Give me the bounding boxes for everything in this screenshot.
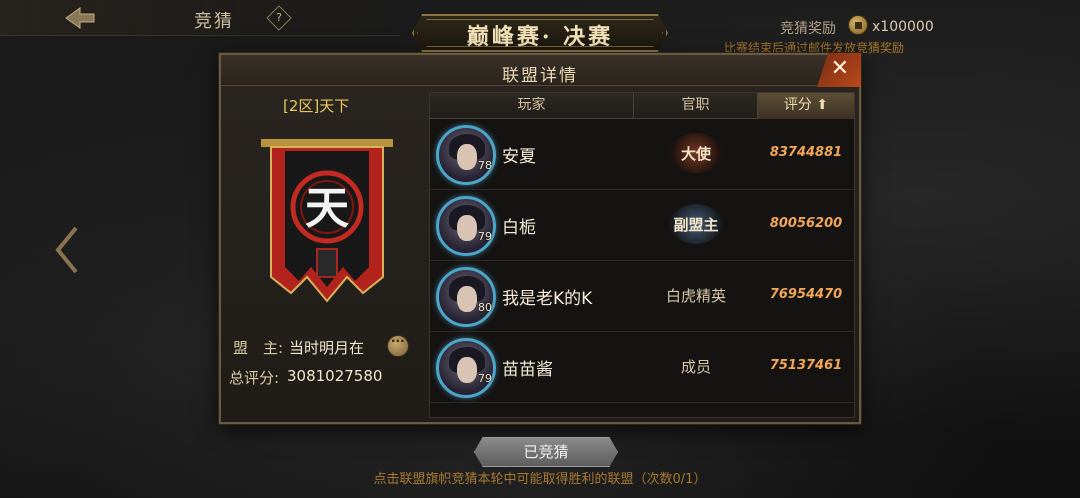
- player-avatar[interactable]: [436, 338, 496, 398]
- reward-amount: x100000: [872, 19, 934, 35]
- chevron-left-icon[interactable]: [54, 226, 80, 274]
- player-avatar[interactable]: [436, 125, 496, 185]
- total-score-value: 3081027580: [287, 367, 383, 385]
- player-level: 80: [478, 301, 492, 314]
- player-level: 78: [478, 159, 492, 172]
- panel-header: 联盟详情: [221, 55, 859, 86]
- player-role: 大使: [680, 145, 711, 163]
- chat-icon[interactable]: [387, 334, 409, 357]
- player-name: 我是老K的K: [502, 289, 593, 309]
- flag-emblem: 天: [305, 183, 349, 234]
- column-player: 玩家: [430, 93, 634, 119]
- reward-label: 竞猜奖励: [780, 21, 836, 37]
- panel-title: 联盟详情: [502, 66, 578, 86]
- leader-label: 盟 主:: [233, 339, 284, 357]
- hint-text: 点击联盟旗帜竞猜本轮中可能取得胜利的联盟（次数0/1）: [373, 472, 707, 487]
- player-name: 苗苗酱: [502, 360, 553, 380]
- copper-coin-icon: [848, 15, 868, 35]
- help-icon-label: ?: [276, 11, 282, 24]
- guessed-button[interactable]: 已竞猜: [474, 437, 618, 467]
- back-button[interactable]: [60, 4, 100, 32]
- help-icon[interactable]: ?: [266, 5, 292, 31]
- guessed-button-label: 已竞猜: [523, 443, 569, 461]
- table-body[interactable]: 78 安夏 大使 83744881 79 白栀 副盟主 80056200 80 我是老K的K 白虎精…: [430, 119, 854, 417]
- player-name: 安夏: [502, 147, 536, 167]
- player-role: 白虎精英: [665, 287, 726, 305]
- table-header: 玩家 官职 评分 ⬆: [430, 93, 854, 119]
- alliance-name: [2区]天下: [283, 97, 350, 115]
- total-score-label: 总评分:: [229, 369, 280, 387]
- player-level: 79: [478, 372, 492, 385]
- table-row[interactable]: 79 苗苗酱 成员 75137461: [430, 332, 854, 403]
- alliance-flag[interactable]: 天: [259, 137, 395, 303]
- member-table: 玩家 官职 评分 ⬆ 78 安夏 大使 83744881 79 白栀 副盟主 80056200…: [429, 92, 855, 418]
- column-score-label: 评分: [783, 97, 812, 113]
- player-role: 成员: [680, 358, 711, 376]
- player-role: 副盟主: [673, 216, 719, 234]
- page-title: 竞猜: [194, 11, 234, 32]
- player-score: 80056200: [769, 216, 843, 231]
- player-name: 白栀: [502, 218, 536, 238]
- player-score: 83744881: [769, 145, 843, 160]
- top-bar: 竞猜 ?: [0, 0, 400, 36]
- column-role: 官职: [634, 93, 758, 119]
- player-avatar[interactable]: [436, 196, 496, 256]
- close-icon: ✕: [830, 56, 849, 81]
- table-row[interactable]: 78 安夏 大使 83744881: [430, 119, 854, 190]
- sort-up-arrow-icon: ⬆: [816, 97, 829, 113]
- stage-title: 巅峰赛· 决赛: [466, 24, 614, 50]
- column-score-sort[interactable]: 评分 ⬆: [758, 93, 854, 119]
- alliance-detail-panel: 联盟详情 ✕ [2区]天下 天 盟 主: 当时明月在 总评分: 30810275…: [219, 53, 861, 424]
- table-row[interactable]: 79 白栀 副盟主 80056200: [430, 190, 854, 261]
- back-arrow-icon: [65, 7, 95, 29]
- player-avatar[interactable]: [436, 267, 496, 327]
- leader-name: 当时明月在: [289, 339, 365, 357]
- player-level: 79: [478, 230, 492, 243]
- player-score: 76954470: [769, 287, 843, 302]
- player-score: 75137461: [769, 358, 843, 373]
- table-row[interactable]: 80 我是老K的K 白虎精英 76954470: [430, 261, 854, 332]
